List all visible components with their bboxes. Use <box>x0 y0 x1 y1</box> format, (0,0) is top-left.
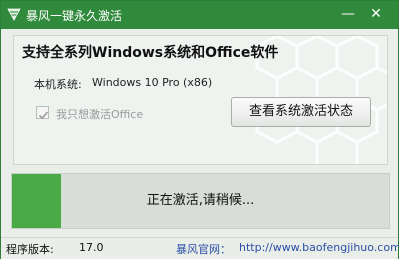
minimize-button[interactable]: — <box>335 4 361 25</box>
minimize-icon: — <box>341 6 355 22</box>
title-bar[interactable]: 暴风一键永久激活 — ✕ <box>1 1 398 29</box>
system-label: 本机系统: <box>34 78 82 91</box>
checkmark-icon <box>38 111 49 120</box>
website-label: 暴风官网： <box>176 243 231 256</box>
version-value: 17.0 <box>79 241 104 254</box>
window-title: 暴风一键永久激活 <box>26 9 123 23</box>
checkbox-box[interactable] <box>36 106 49 120</box>
version-label: 程序版本: <box>6 243 54 256</box>
close-icon: ✕ <box>370 6 382 22</box>
checkbox-label: 我只想激活Office <box>56 108 144 121</box>
info-panel: 支持全系列Windows系统和Office软件 本机系统: Windows 10… <box>13 35 388 165</box>
close-button[interactable]: ✕ <box>363 4 389 25</box>
activation-progress-bar: 正在激活,请稍候... <box>11 173 390 229</box>
website-link[interactable]: http://www.baofengjihuo.com <box>239 241 399 254</box>
panel-headline: 支持全系列Windows系统和Office软件 <box>22 45 279 61</box>
status-bar: 程序版本: 17.0 暴风官网： http://www.baofengjihuo… <box>1 237 399 259</box>
system-value: Windows 10 Pro (x86) <box>92 76 213 89</box>
tornado-icon <box>7 8 21 21</box>
check-activation-status-button[interactable]: 查看系统激活状态 <box>231 97 371 127</box>
progress-text: 正在激活,请稍候... <box>146 193 255 208</box>
app-window: 暴风一键永久激活 — ✕ 支持全系列Windows系统和Office软件 本机系… <box>0 0 399 259</box>
